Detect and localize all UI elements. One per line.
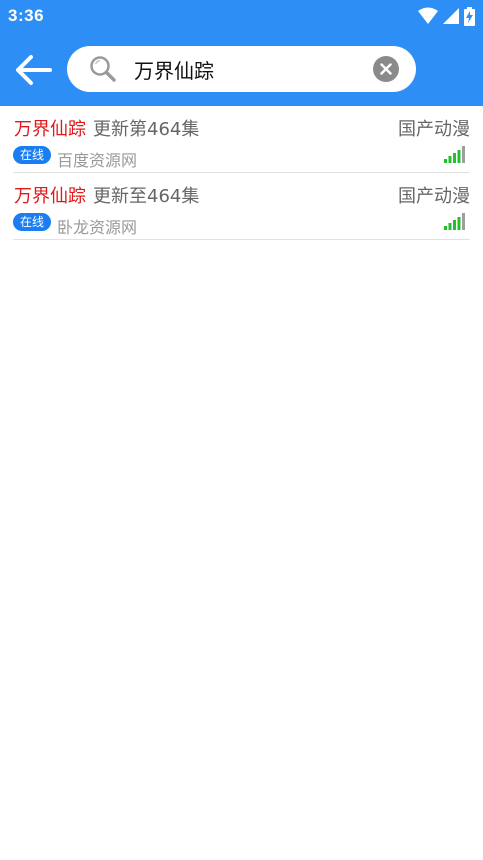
result-title: 万界仙踪 bbox=[14, 119, 86, 140]
battery-charging-icon bbox=[464, 6, 475, 26]
status-bar: 3:36 bbox=[0, 0, 483, 34]
result-update: 更新第464集 bbox=[93, 119, 200, 140]
result-category: 国产动漫 bbox=[398, 119, 470, 140]
result-title: 万界仙踪 bbox=[14, 186, 86, 207]
back-arrow-icon bbox=[16, 55, 52, 85]
wifi-icon bbox=[418, 7, 438, 24]
status-icons bbox=[418, 6, 475, 26]
signal-strength-icon bbox=[444, 213, 465, 230]
online-badge: 在线 bbox=[13, 146, 52, 164]
online-badge: 在线 bbox=[13, 213, 52, 231]
cell-signal-icon bbox=[443, 8, 459, 24]
status-time: 3:36 bbox=[8, 6, 45, 25]
search-input[interactable] bbox=[134, 54, 404, 84]
clear-search-button[interactable] bbox=[373, 56, 399, 82]
result-item[interactable]: 万界仙踪 更新至464集 国产动漫 在线 卧龙资源网 bbox=[13, 173, 470, 240]
search-header bbox=[0, 34, 483, 106]
search-results-list: 万界仙踪 更新第464集 国产动漫 在线 百度资源网 万界仙踪 更新至464集 … bbox=[13, 106, 470, 240]
back-button[interactable] bbox=[12, 50, 54, 90]
result-item[interactable]: 万界仙踪 更新第464集 国产动漫 在线 百度资源网 bbox=[13, 106, 470, 173]
result-source: 百度资源网 bbox=[57, 151, 138, 170]
search-box bbox=[67, 46, 416, 92]
result-source: 卧龙资源网 bbox=[57, 218, 138, 237]
clear-icon bbox=[380, 63, 392, 75]
result-category: 国产动漫 bbox=[398, 186, 470, 207]
result-update: 更新至464集 bbox=[93, 186, 200, 207]
signal-strength-icon bbox=[444, 146, 465, 163]
search-icon bbox=[90, 56, 116, 82]
